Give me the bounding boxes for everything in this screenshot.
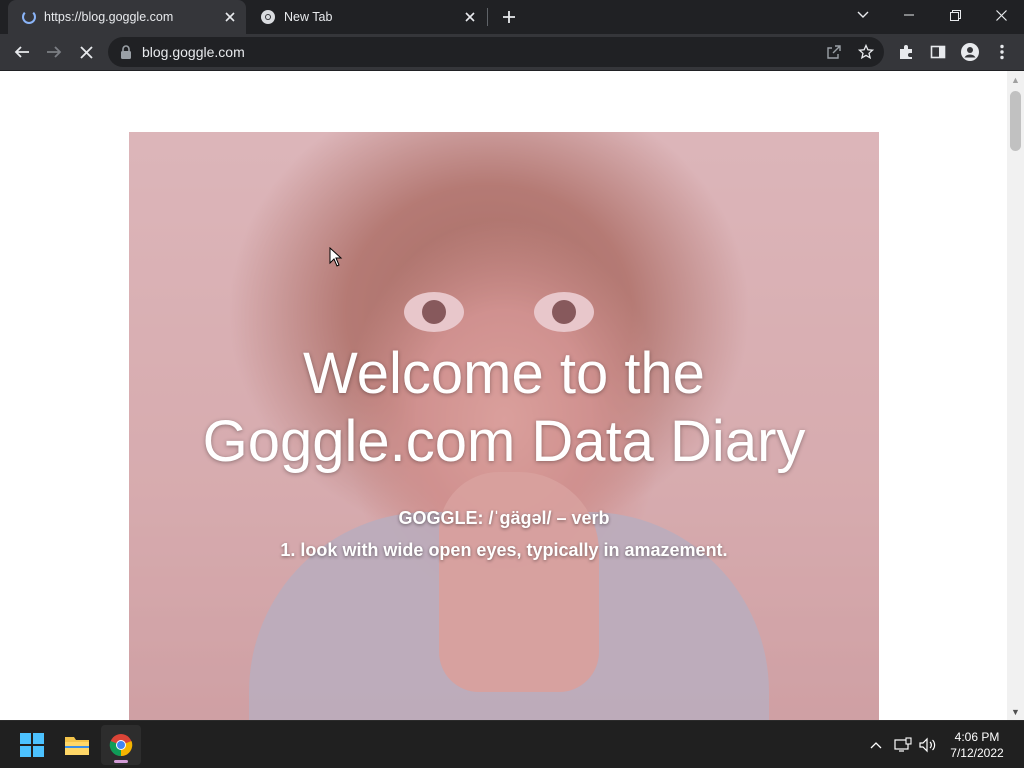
tab-title: New Tab bbox=[284, 10, 333, 24]
address-text: blog.goggle.com bbox=[142, 44, 245, 60]
hero-title-line: Goggle.com Data Diary bbox=[202, 409, 806, 474]
extensions-button[interactable] bbox=[892, 38, 920, 66]
tab-separator bbox=[487, 8, 488, 26]
windows-logo-icon bbox=[20, 733, 44, 757]
tab-search-button[interactable] bbox=[840, 0, 886, 30]
active-app-indicator bbox=[114, 760, 128, 763]
scroll-thumb[interactable] bbox=[1010, 91, 1021, 151]
more-vertical-icon bbox=[1000, 44, 1004, 60]
clock-time: 4:06 PM bbox=[954, 730, 1000, 744]
definition-text: 1. look with wide open eyes, typically i… bbox=[280, 540, 728, 560]
minimize-icon bbox=[904, 14, 914, 16]
close-icon bbox=[79, 45, 93, 59]
tab-new-tab[interactable]: New Tab bbox=[250, 0, 486, 34]
arrow-right-icon bbox=[47, 46, 62, 58]
tab-title: https://blog.goggle.com bbox=[44, 10, 174, 24]
new-tab-button[interactable] bbox=[497, 5, 521, 29]
windows-taskbar: 4:06 PM 7/12/2022 bbox=[0, 720, 1024, 768]
hero-banner: Welcome to the Goggle.com Data Diary GOG… bbox=[129, 132, 879, 720]
page-scrollbar[interactable]: ▲ ▼ bbox=[1007, 71, 1024, 720]
forward-button[interactable] bbox=[40, 38, 68, 66]
tab-strip: https://blog.goggle.com New Tab bbox=[0, 0, 1024, 34]
chrome-icon bbox=[109, 734, 133, 757]
loading-spinner-icon bbox=[22, 10, 36, 24]
side-panel-icon bbox=[930, 45, 946, 59]
folder-icon bbox=[65, 737, 89, 755]
avatar-icon bbox=[961, 43, 979, 61]
page-viewport: Welcome to the Goggle.com Data Diary GOG… bbox=[0, 71, 1007, 720]
close-icon bbox=[995, 9, 1007, 21]
lock-icon bbox=[121, 45, 131, 59]
start-button[interactable] bbox=[12, 725, 52, 765]
clock-date: 7/12/2022 bbox=[950, 746, 1004, 760]
close-window-button[interactable] bbox=[978, 0, 1024, 30]
volume-icon[interactable] bbox=[918, 735, 938, 755]
hero-title: Welcome to the Goggle.com Data Diary bbox=[129, 340, 879, 476]
profile-button[interactable] bbox=[956, 38, 984, 66]
taskbar-clock[interactable]: 4:06 PM 7/12/2022 bbox=[942, 729, 1012, 761]
browser-toolbar: blog.goggle.com bbox=[0, 34, 1024, 71]
minimize-button[interactable] bbox=[886, 0, 932, 30]
mouse-cursor-icon bbox=[329, 247, 343, 267]
chevron-up-icon bbox=[870, 742, 882, 749]
show-hidden-icons-button[interactable] bbox=[866, 735, 886, 755]
chrome-taskbar-button[interactable] bbox=[101, 725, 141, 765]
bookmark-star-icon[interactable] bbox=[856, 42, 876, 62]
restore-button[interactable] bbox=[932, 0, 978, 30]
chrome-favicon-icon bbox=[261, 10, 275, 24]
scroll-up-arrow-icon[interactable]: ▲ bbox=[1007, 71, 1024, 88]
restore-icon bbox=[949, 9, 961, 21]
back-button[interactable] bbox=[8, 38, 36, 66]
side-panel-button[interactable] bbox=[924, 38, 952, 66]
tab-blog-goggle[interactable]: https://blog.goggle.com bbox=[8, 0, 246, 34]
address-bar[interactable]: blog.goggle.com bbox=[108, 37, 884, 67]
file-explorer-button[interactable] bbox=[57, 725, 97, 765]
close-tab-icon[interactable] bbox=[218, 5, 242, 29]
menu-button[interactable] bbox=[988, 38, 1016, 66]
definition-heading: GOGGLE: /ˈgägəl/ – verb bbox=[398, 508, 610, 528]
puzzle-icon bbox=[900, 45, 912, 59]
hero-title-line: Welcome to the bbox=[303, 341, 705, 406]
network-icon[interactable] bbox=[893, 735, 913, 755]
stop-loading-button[interactable] bbox=[72, 38, 100, 66]
chevron-down-icon bbox=[857, 11, 869, 18]
close-tab-icon[interactable] bbox=[458, 5, 482, 29]
scroll-down-arrow-icon[interactable]: ▼ bbox=[1007, 703, 1024, 720]
share-icon[interactable] bbox=[824, 42, 844, 62]
arrow-left-icon bbox=[14, 46, 29, 58]
